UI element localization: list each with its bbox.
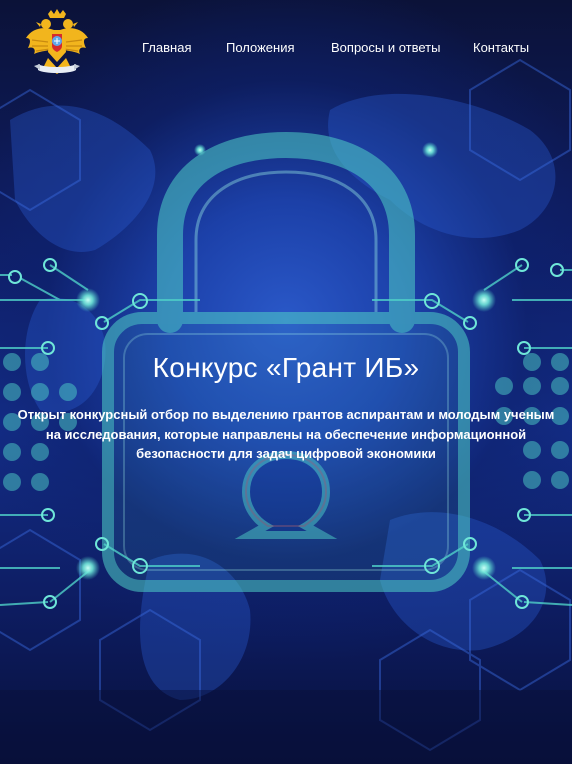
hero-section: Главная Положения Вопросы и ответы Конта…: [0, 0, 572, 764]
nav-link-faq[interactable]: Вопросы и ответы: [331, 40, 440, 55]
main-nav: Главная Положения Вопросы и ответы Конта…: [0, 40, 572, 60]
hero-subtitle: Открыт конкурсный отбор по выделению гра…: [17, 407, 555, 461]
nav-link-regulations[interactable]: Положения: [226, 40, 295, 55]
nav-link-home[interactable]: Главная: [142, 40, 191, 55]
navbar: Главная Положения Вопросы и ответы Конта…: [0, 0, 572, 98]
hero-title: Конкурс «Грант ИБ»: [152, 352, 420, 383]
nav-link-contacts[interactable]: Контакты: [473, 40, 529, 55]
